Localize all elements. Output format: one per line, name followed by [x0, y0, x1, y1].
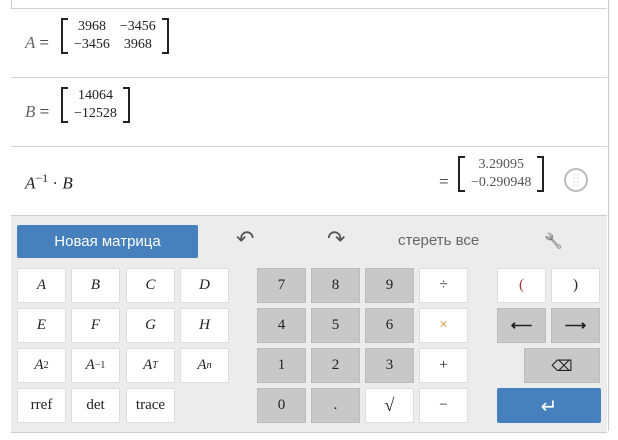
- key-6[interactable]: 6: [365, 308, 414, 343]
- key-power-n[interactable]: An: [180, 348, 229, 383]
- key-5[interactable]: 5: [311, 308, 360, 343]
- settings-wrench-icon[interactable]: 🔧: [544, 232, 563, 250]
- key-inverse[interactable]: A −1: [71, 348, 120, 383]
- key-sqrt[interactable]: √: [365, 388, 414, 423]
- new-matrix-button[interactable]: Новая матрица: [17, 225, 198, 258]
- key-f[interactable]: F: [71, 308, 120, 343]
- key-rref[interactable]: rref: [17, 388, 66, 423]
- key-paren-close[interactable]: ): [551, 268, 600, 303]
- key-2[interactable]: 2: [311, 348, 360, 383]
- result-matrix: 3.29095 −0.290948: [458, 156, 545, 192]
- matrix-a: 3968 −3456 −3456 3968: [61, 18, 169, 54]
- equals-sign: =: [439, 172, 449, 191]
- fraction-toggle-icon[interactable]: □ □: [564, 168, 588, 192]
- key-1[interactable]: 1: [257, 348, 306, 383]
- result-row[interactable]: A−1 · B = 3.29095 −0.290948 □ □: [11, 146, 607, 216]
- matrix-a-row[interactable]: A = 3968 −3456 −3456 3968: [11, 8, 607, 78]
- matrix-b-label: B =: [25, 102, 50, 121]
- key-a[interactable]: A: [17, 268, 66, 303]
- key-transpose[interactable]: AT: [126, 348, 175, 383]
- key-decimal[interactable]: .: [311, 388, 360, 423]
- key-left-arrow-icon[interactable]: ⟵: [497, 308, 546, 343]
- key-g[interactable]: G: [126, 308, 175, 343]
- key-e[interactable]: E: [17, 308, 66, 343]
- matrix-a-label: A =: [25, 33, 49, 52]
- key-square[interactable]: A2: [17, 348, 66, 383]
- key-c[interactable]: C: [126, 268, 175, 303]
- key-det[interactable]: det: [71, 388, 120, 423]
- redo-icon[interactable]: ↷: [327, 226, 345, 252]
- key-backspace-icon[interactable]: ⌫: [524, 348, 600, 383]
- expression: A−1 · B: [25, 171, 73, 193]
- key-paren-open[interactable]: (: [497, 268, 546, 303]
- key-3[interactable]: 3: [365, 348, 414, 383]
- key-8[interactable]: 8: [311, 268, 360, 303]
- key-divide[interactable]: ÷: [419, 268, 468, 303]
- key-multiply[interactable]: ×: [419, 308, 468, 343]
- key-add[interactable]: +: [419, 348, 468, 383]
- key-7[interactable]: 7: [257, 268, 306, 303]
- key-b[interactable]: B: [71, 268, 120, 303]
- key-h[interactable]: H: [180, 308, 229, 343]
- key-9[interactable]: 9: [365, 268, 414, 303]
- key-subtract[interactable]: −: [419, 388, 468, 423]
- key-d[interactable]: D: [180, 268, 229, 303]
- matrix-b: 14064 −12528: [61, 87, 130, 123]
- key-trace[interactable]: trace: [126, 388, 175, 423]
- clear-all-button[interactable]: стереть все: [398, 232, 479, 249]
- undo-icon[interactable]: ↶: [236, 226, 254, 252]
- key-0[interactable]: 0: [257, 388, 306, 423]
- enter-button[interactable]: ↵: [497, 388, 601, 423]
- matrix-b-row[interactable]: B = 14064 −12528: [11, 77, 607, 147]
- key-right-arrow-icon[interactable]: ⟶: [551, 308, 600, 343]
- key-4[interactable]: 4: [257, 308, 306, 343]
